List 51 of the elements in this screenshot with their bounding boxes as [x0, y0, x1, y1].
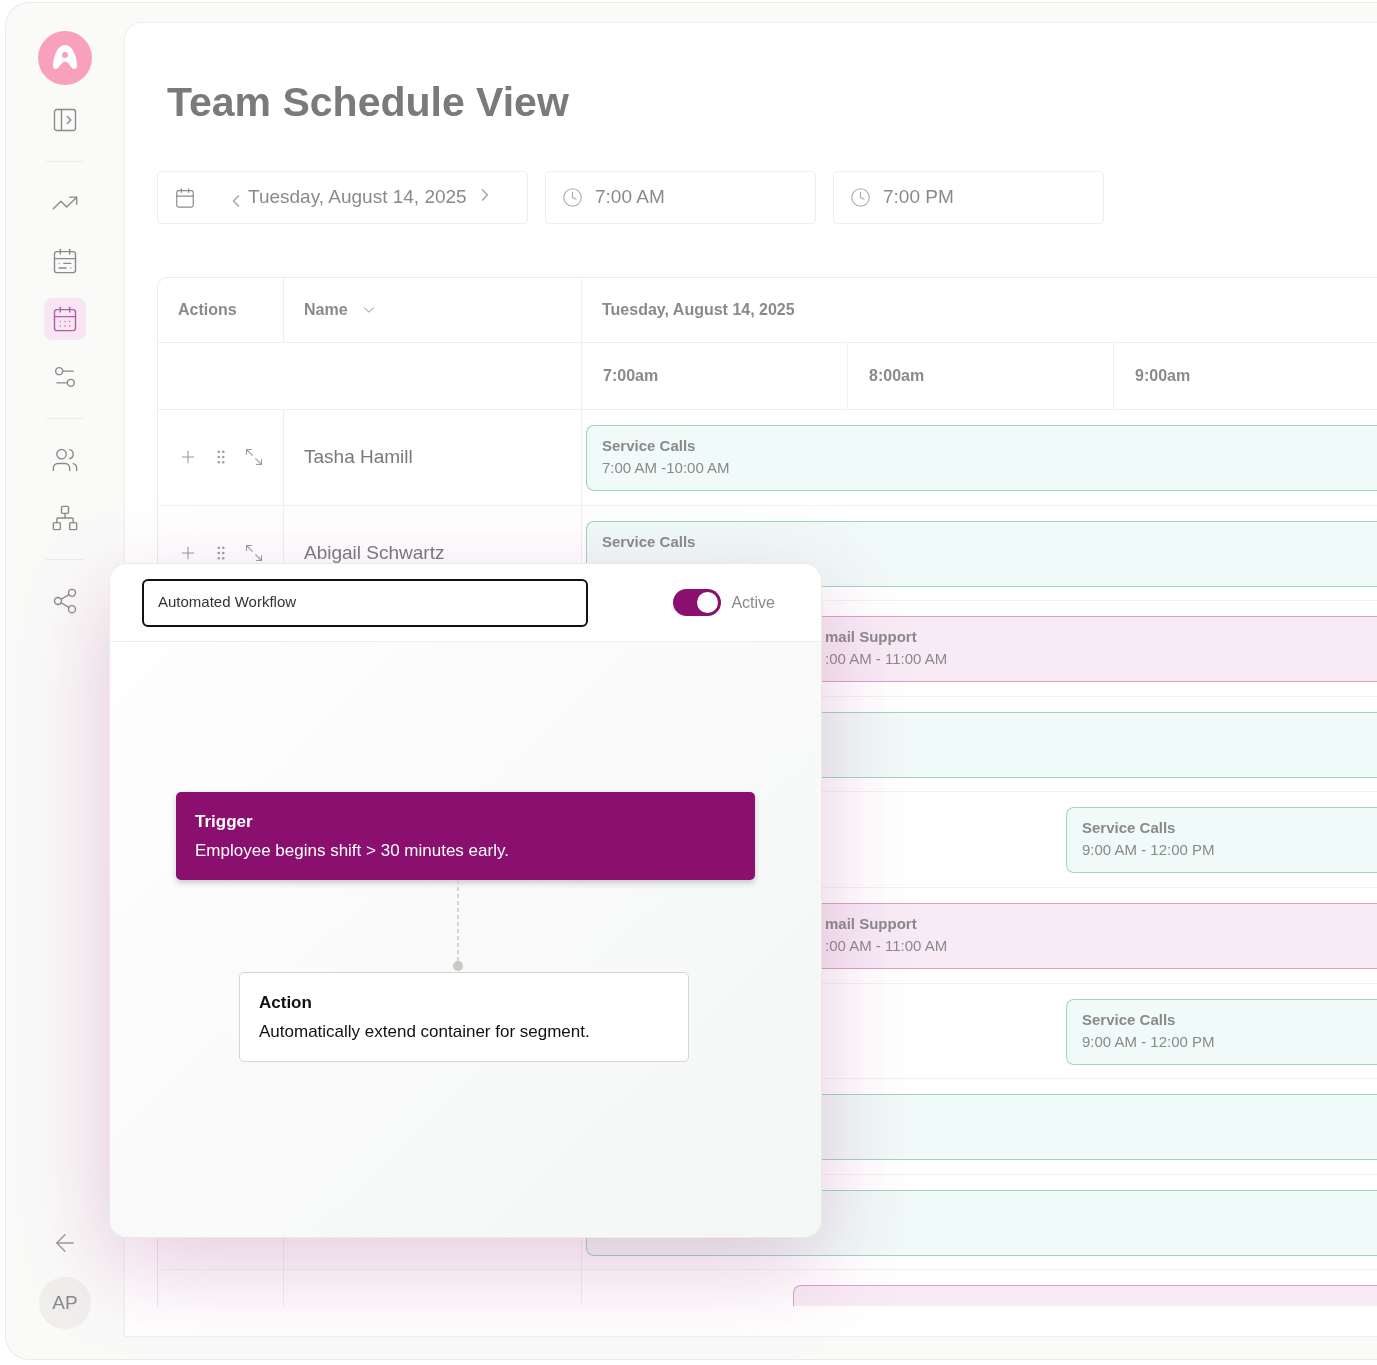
trigger-node[interactable]: Trigger Employee begins shift > 30 minutes early. — [176, 792, 755, 880]
event-time: 7:00 AM -10:00 AM — [602, 458, 731, 478]
time-slot-header: 7:00am — [582, 343, 848, 409]
page-title: Team Schedule View — [167, 78, 570, 127]
logo-icon — [38, 31, 92, 85]
event-title: Service Calls — [1082, 818, 1177, 839]
node-title: Action — [259, 991, 313, 1014]
active-toggle[interactable] — [673, 589, 722, 616]
share-icon — [51, 587, 79, 615]
column-header: Actions — [158, 278, 284, 342]
event-block[interactable]: Service Calls 9:00 AM - 12:00 PM — [1066, 998, 1377, 1065]
time-slot-header: 8:00am — [848, 343, 1114, 409]
event-title: mail Support — [825, 627, 918, 648]
time-slot-header: 9:00am — [1114, 343, 1377, 409]
toggle-label: Active — [731, 592, 775, 613]
hierarchy-icon — [51, 504, 79, 532]
event-time: 9:00 AM - 12:00 PM — [1082, 840, 1216, 861]
event-title: Service Calls — [1082, 1009, 1177, 1030]
sidebar-item[interactable] — [44, 298, 86, 340]
event-block[interactable]: Service Calls — [586, 520, 1377, 587]
employee-name: Abigail Schwartz — [304, 540, 445, 565]
panel-toggle-icon — [51, 106, 79, 134]
event-time: :00 AM - 11:00 AM — [825, 935, 949, 956]
date-picker[interactable]: Tuesday, August 14, 2025 — [157, 171, 528, 224]
end-time-field[interactable]: 7:00 PM — [833, 171, 1104, 224]
calendar-icon — [51, 305, 79, 333]
event-title: Service Calls — [602, 531, 697, 552]
date-header: Tuesday, August 14, 2025 — [601, 300, 796, 320]
calendar-icon — [51, 247, 79, 275]
employee-name: Tasha Hamill — [304, 445, 413, 470]
users-icon — [51, 446, 79, 474]
column-header[interactable]: Name — [284, 278, 582, 342]
action-node[interactable]: Action Automatically extend container for segment. — [239, 972, 689, 1062]
event-time: 9:00 AM - 12:00 PM — [1082, 1031, 1216, 1052]
event-block[interactable]: Service Calls 7:00 AM -10:00 AM — [586, 425, 1377, 491]
event-block[interactable]: Service Calls 9:00 AM - 12:00 PM — [1066, 807, 1377, 874]
event-title: mail Support — [825, 913, 918, 934]
date-value: Tuesday, August 14, 2025 — [248, 185, 467, 210]
node-title: Trigger — [195, 810, 254, 833]
user-avatar[interactable]: AP — [39, 1277, 91, 1329]
clock-icon — [562, 187, 583, 208]
expand-icon[interactable] — [244, 542, 264, 563]
clock-icon — [850, 187, 871, 208]
start-time-field[interactable]: 7:00 AM — [545, 171, 816, 224]
node-description: Employee begins shift > 30 minutes early. — [195, 840, 510, 862]
event-title: Service Calls — [602, 436, 697, 456]
event-time: :00 AM - 11:00 AM — [825, 649, 949, 670]
expand-icon[interactable] — [244, 447, 264, 468]
calendar-icon — [174, 186, 196, 209]
workflow-name-field[interactable]: Automated Workflow — [142, 578, 588, 627]
node-description: Automatically extend container for segment. — [259, 1021, 591, 1043]
